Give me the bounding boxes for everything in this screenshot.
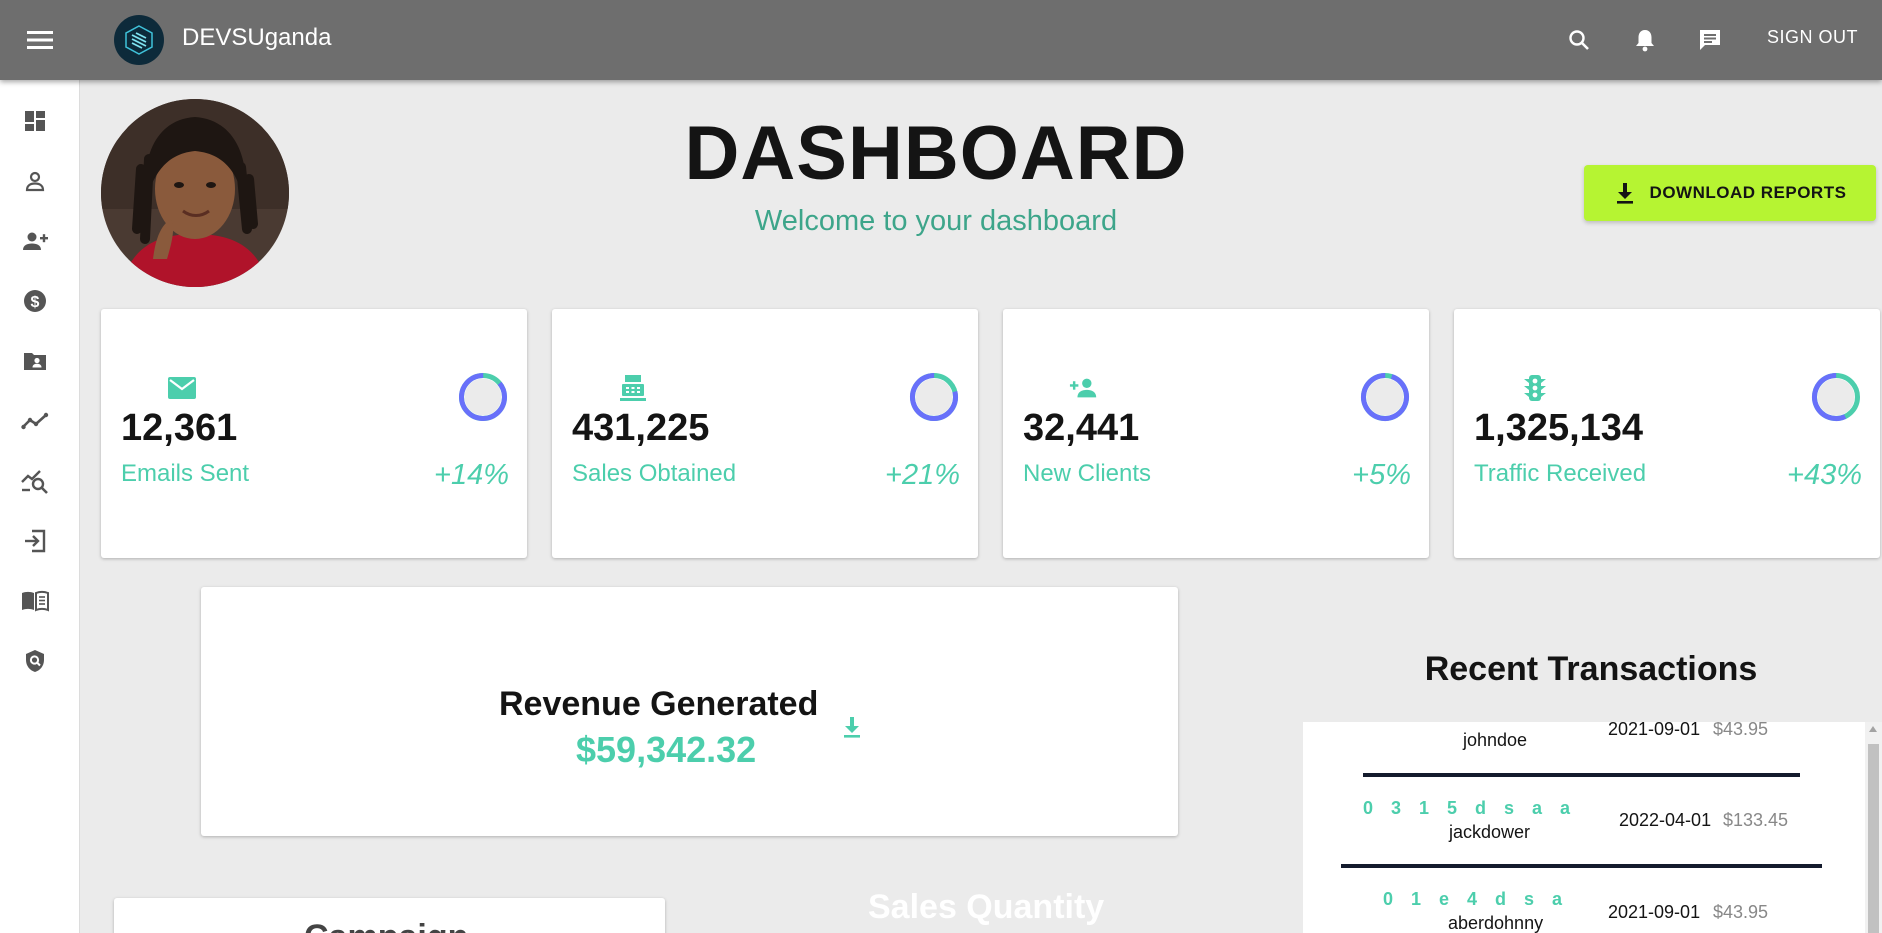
transaction-id: 0315dsaa xyxy=(1363,798,1589,818)
transaction-cost: $43.95 xyxy=(1713,722,1769,739)
stat-label: New Clients xyxy=(1023,460,1152,487)
trending-icon[interactable] xyxy=(16,402,54,440)
campaign-card: Campaign xyxy=(114,898,665,933)
stat-card-traffic: 1,325,134 Traffic Received +43% xyxy=(1454,309,1880,558)
scroll-up-icon[interactable] xyxy=(1869,726,1877,732)
email-icon xyxy=(167,373,197,403)
progress-ring xyxy=(459,373,507,421)
sign-out-button[interactable]: SIGN OUT xyxy=(1767,27,1858,48)
stat-percent: +21% xyxy=(885,459,960,491)
download-reports-label: DOWNLOAD REPORTS xyxy=(1649,183,1847,202)
page-title: DASHBOARD xyxy=(684,111,1188,196)
book-icon[interactable] xyxy=(16,582,54,620)
stat-percent: +5% xyxy=(1352,459,1411,491)
scrollbar-thumb[interactable] xyxy=(1868,744,1879,933)
progress-ring xyxy=(1361,373,1409,421)
page-subtitle: Welcome to your dashboard xyxy=(754,205,1118,237)
top-app-bar: DEVSUganda SIGN OUT xyxy=(0,0,1882,80)
stat-value: 431,225 xyxy=(572,407,710,449)
avatar xyxy=(101,99,289,287)
progress-ring-center xyxy=(915,378,953,416)
transaction-date: 2021-09-01 xyxy=(1608,722,1701,739)
stat-label: Traffic Received xyxy=(1474,460,1647,487)
download-icon xyxy=(1616,183,1633,204)
row-divider xyxy=(1363,773,1800,777)
revenue-card: Revenue Generated $59,342.32 xyxy=(201,587,1178,836)
transaction-id: 01e4dsa xyxy=(1383,889,1581,909)
progress-ring xyxy=(910,373,958,421)
stat-value: 12,361 xyxy=(121,407,238,449)
transaction-date: 2021-09-01 xyxy=(1608,902,1701,922)
stat-value: 1,325,134 xyxy=(1474,407,1644,449)
stat-value: 32,441 xyxy=(1023,407,1140,449)
stat-percent: +14% xyxy=(434,459,509,491)
stat-card-emails: 12,361 Emails Sent +14% xyxy=(101,309,527,558)
revenue-value: $59,342.32 xyxy=(576,729,757,770)
transaction-cost: $43.95 xyxy=(1713,902,1769,922)
transactions-list[interactable]: johndoe 2021-09-01 $43.95 0315dsaa jackd… xyxy=(1303,722,1882,933)
transaction-user: johndoe xyxy=(1463,730,1528,750)
progress-ring-center xyxy=(1817,378,1855,416)
revenue-title: Revenue Generated xyxy=(499,685,819,723)
progress-ring-center xyxy=(1366,378,1404,416)
bell-icon[interactable] xyxy=(1627,22,1663,58)
traffic-icon xyxy=(1520,373,1550,403)
campaign-title: Campaign xyxy=(304,918,468,933)
person-icon[interactable] xyxy=(16,162,54,200)
download-reports-button[interactable]: DOWNLOAD REPORTS xyxy=(1584,165,1876,221)
sales-quantity-title: Sales Quantity xyxy=(868,888,1105,926)
stat-label: Sales Obtained xyxy=(572,460,737,487)
security-icon[interactable] xyxy=(16,642,54,680)
brand-name[interactable]: DEVSUganda xyxy=(182,24,331,52)
search-icon[interactable] xyxy=(1561,22,1597,58)
scrollbar[interactable] xyxy=(1865,722,1882,933)
stat-percent: +43% xyxy=(1787,459,1862,491)
menu-icon[interactable] xyxy=(20,20,60,60)
login-icon[interactable] xyxy=(16,522,54,560)
sidebar: $ xyxy=(0,80,80,933)
progress-ring-center xyxy=(464,378,502,416)
progress-ring xyxy=(1812,373,1860,421)
transaction-user: aberdohnny xyxy=(1448,913,1544,933)
row-divider xyxy=(1341,864,1822,868)
person-add-icon[interactable] xyxy=(16,222,54,260)
download-icon[interactable] xyxy=(837,712,867,742)
message-icon[interactable] xyxy=(1692,22,1728,58)
chart-search-icon[interactable] xyxy=(16,462,54,500)
dollar-icon[interactable]: $ xyxy=(16,282,54,320)
brand-logo-icon[interactable] xyxy=(114,15,164,65)
transactions-title: Recent Transactions xyxy=(1424,650,1758,688)
transaction-date: 2022-04-01 xyxy=(1619,810,1712,830)
point-of-sale-icon xyxy=(618,373,648,403)
dashboard-icon[interactable] xyxy=(16,102,54,140)
stat-card-clients: 32,441 New Clients +5% xyxy=(1003,309,1429,558)
person-add-icon xyxy=(1069,373,1099,403)
stat-card-sales: 431,225 Sales Obtained +21% xyxy=(552,309,978,558)
svg-text:$: $ xyxy=(31,294,40,311)
stat-label: Emails Sent xyxy=(121,460,250,487)
transaction-cost: $133.45 xyxy=(1723,810,1789,830)
contacts-folder-icon[interactable] xyxy=(16,342,54,380)
transaction-user: jackdower xyxy=(1449,822,1531,842)
